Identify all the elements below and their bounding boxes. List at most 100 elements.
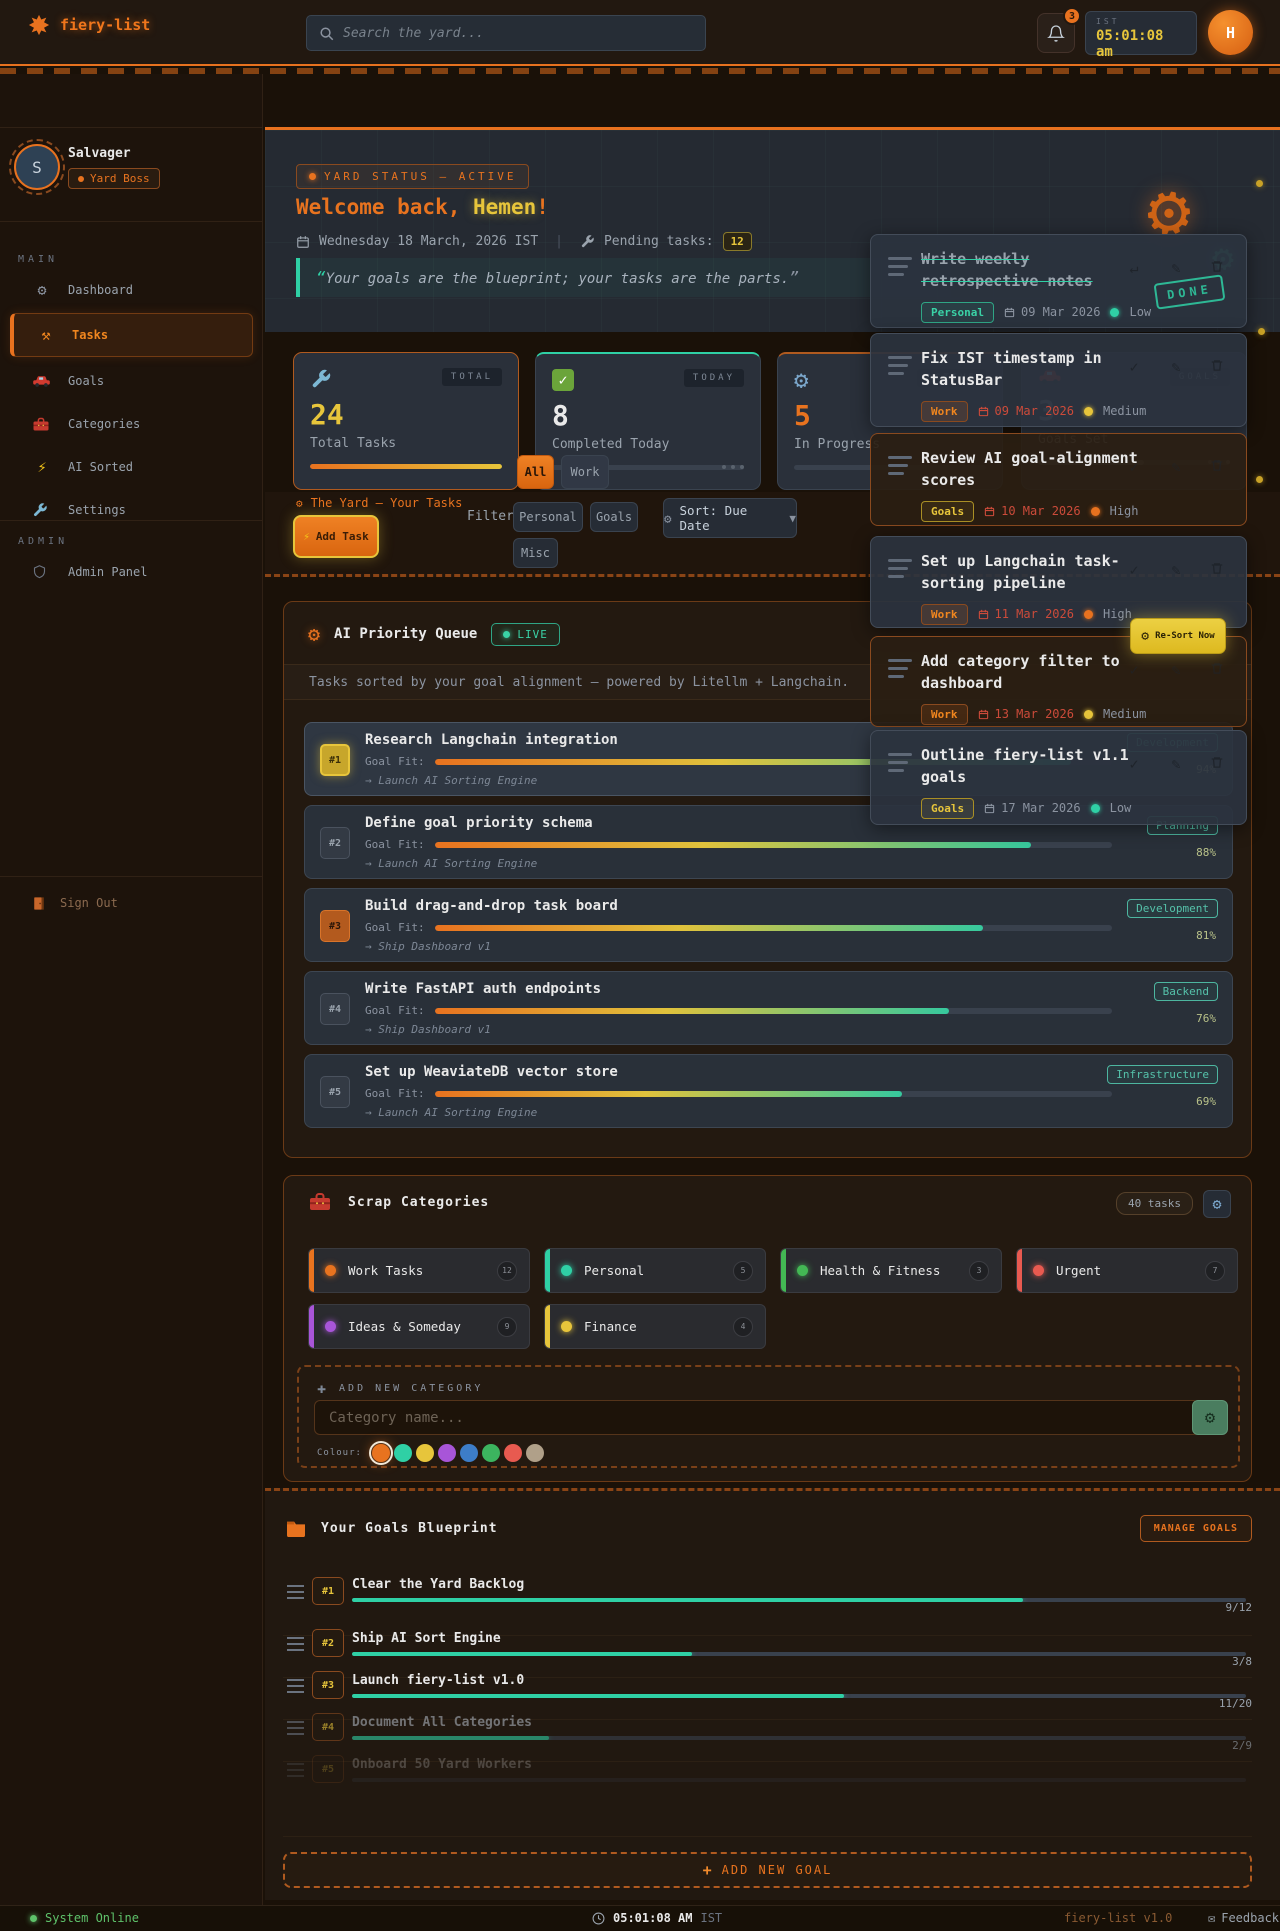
task-card[interactable]: Fix IST timestamp in StatusBar Work 09 M… bbox=[870, 333, 1247, 427]
queue-row[interactable]: #3 Build drag-and-drop task board Goal F… bbox=[304, 888, 1233, 962]
colour-swatch-red[interactable] bbox=[503, 1444, 522, 1462]
drag-handle-icon[interactable] bbox=[287, 1763, 304, 1781]
sidebar-item-categories[interactable]: Categories bbox=[10, 404, 253, 444]
task-card[interactable]: Review AI goal-alignment scores Goals 10… bbox=[870, 433, 1247, 526]
check-icon[interactable]: ✓ bbox=[1126, 458, 1142, 476]
sidebar-item-admin-panel[interactable]: Admin Panel bbox=[10, 552, 253, 592]
toolbox-icon bbox=[32, 417, 52, 432]
add-new-goal-button[interactable]: + ADD NEW GOAL bbox=[283, 1852, 1252, 1888]
gear-icon: ⚙ bbox=[308, 622, 321, 646]
trash-icon[interactable] bbox=[1210, 755, 1226, 773]
task-card[interactable]: Set up Langchain task-sorting pipeline W… bbox=[870, 536, 1247, 628]
check-icon[interactable]: ✓ bbox=[1126, 561, 1142, 579]
due-date-text: 09 Mar 2026 bbox=[1020, 305, 1101, 319]
sidebar-item-settings[interactable]: Settings bbox=[10, 490, 253, 530]
undo-icon[interactable]: ↵ bbox=[1126, 259, 1142, 277]
drag-handle-icon[interactable] bbox=[888, 559, 912, 583]
add-task-button[interactable]: ⚡ Add Task bbox=[293, 515, 379, 558]
goal-row[interactable]: #2 Ship AI Sort Engine 3/8 bbox=[283, 1619, 1252, 1668]
user-avatar[interactable]: H bbox=[1208, 10, 1253, 55]
trash-icon[interactable] bbox=[1210, 458, 1226, 476]
check-icon[interactable]: ✓ bbox=[1126, 661, 1142, 679]
feedback-link[interactable]: ✉ Feedback bbox=[1208, 1911, 1279, 1925]
goal-row[interactable]: #5 Onboard 50 Yard Workers bbox=[283, 1745, 1252, 1789]
category-card-ideas-someday[interactable]: Ideas & Someday 9 bbox=[308, 1304, 530, 1349]
filter-button-all[interactable]: All bbox=[517, 455, 554, 489]
trash-icon[interactable] bbox=[1210, 358, 1226, 376]
confirm-category-button[interactable]: ⚙ bbox=[1192, 1400, 1228, 1435]
goal-row[interactable]: #3 Launch fiery-list v1.0 11/20 bbox=[283, 1661, 1252, 1710]
goal-row[interactable]: #4 Document All Categories 2/9 bbox=[283, 1703, 1252, 1752]
due-date: 11 Mar 2026 bbox=[978, 607, 1074, 621]
trash-icon[interactable] bbox=[1210, 661, 1226, 679]
categories-settings-button[interactable]: ⚙ bbox=[1203, 1190, 1231, 1218]
drag-handle-icon[interactable] bbox=[888, 257, 912, 281]
filter-button-goals[interactable]: Goals bbox=[590, 502, 638, 532]
sidebar-item-tasks[interactable]: ⚒ Tasks bbox=[10, 313, 253, 357]
drag-handle-icon[interactable] bbox=[888, 456, 912, 480]
goal-row[interactable]: #1 Clear the Yard Backlog 9/12 bbox=[283, 1577, 1252, 1621]
manage-goals-button[interactable]: MANAGE GOALS bbox=[1139, 1515, 1252, 1542]
check-icon[interactable]: ✓ bbox=[1126, 755, 1142, 773]
filter-button-personal[interactable]: Personal bbox=[513, 502, 583, 532]
rank-badge: #4 bbox=[320, 993, 350, 1025]
task-card[interactable]: Outline fiery-list v1.1 goals Goals 17 M… bbox=[870, 730, 1247, 825]
task-card[interactable]: Write weekly retrospective notes Persona… bbox=[870, 234, 1247, 328]
category-card-finance[interactable]: Finance 4 bbox=[544, 1304, 766, 1349]
filter-button-work[interactable]: Work bbox=[561, 455, 609, 489]
category-name-input[interactable] bbox=[314, 1400, 1199, 1435]
filter-personal-label: Personal bbox=[519, 510, 577, 524]
sidebar-item-goals[interactable]: Goals bbox=[10, 361, 253, 401]
drag-handle-icon[interactable] bbox=[287, 1637, 304, 1655]
drag-handle-icon[interactable] bbox=[287, 1585, 304, 1603]
sidebar-item-ai-sorted[interactable]: ⚡ AI Sorted bbox=[10, 447, 253, 487]
check-icon[interactable]: ✓ bbox=[1126, 358, 1142, 376]
category-card-work-tasks[interactable]: Work Tasks 12 bbox=[308, 1248, 530, 1293]
edit-icon[interactable]: ✎ bbox=[1168, 561, 1184, 579]
scrap-categories-panel: Scrap Categories 40 tasks ⚙ Work Tasks 1… bbox=[283, 1175, 1252, 1482]
drag-handle-icon[interactable] bbox=[888, 753, 912, 777]
category-card-personal[interactable]: Personal 5 bbox=[544, 1248, 766, 1293]
app-logo[interactable]: fiery-list bbox=[28, 14, 150, 36]
colour-swatch-tan[interactable] bbox=[525, 1444, 544, 1462]
top-bar: fiery-list 3 IST 05:01:08 am H bbox=[0, 0, 1280, 66]
search-input[interactable] bbox=[343, 25, 693, 41]
profile-avatar[interactable]: S bbox=[9, 139, 65, 195]
role-dot-icon bbox=[78, 175, 84, 182]
colour-swatch-blue[interactable] bbox=[459, 1444, 478, 1462]
notifications-button[interactable]: 3 bbox=[1037, 7, 1081, 53]
category-card-urgent[interactable]: Urgent 7 bbox=[1016, 1248, 1238, 1293]
filter-button-misc[interactable]: Misc bbox=[513, 538, 558, 568]
car-icon bbox=[32, 374, 52, 388]
queue-row[interactable]: #4 Write FastAPI auth endpoints Goal Fit… bbox=[304, 971, 1233, 1045]
category-dot-icon bbox=[561, 1265, 572, 1276]
drag-handle-icon[interactable] bbox=[287, 1721, 304, 1739]
queue-row[interactable]: #5 Set up WeaviateDB vector store Goal F… bbox=[304, 1054, 1233, 1128]
edit-icon[interactable]: ✎ bbox=[1168, 458, 1184, 476]
resort-now-button[interactable]: ⚙ Re-Sort Now bbox=[1130, 618, 1226, 654]
drag-handle-icon[interactable] bbox=[888, 659, 912, 683]
colour-swatch-purple[interactable] bbox=[437, 1444, 456, 1462]
sidebar-item-label: AI Sorted bbox=[68, 460, 134, 474]
edit-icon[interactable]: ✎ bbox=[1168, 259, 1184, 277]
colour-swatch-green[interactable] bbox=[481, 1444, 500, 1462]
edit-icon[interactable]: ✎ bbox=[1168, 661, 1184, 679]
drag-handle-icon[interactable] bbox=[287, 1679, 304, 1697]
colour-swatch-yellow[interactable] bbox=[415, 1444, 434, 1462]
drag-handle-icon[interactable] bbox=[888, 356, 912, 380]
category-card-health-fitness[interactable]: Health & Fitness 3 bbox=[780, 1248, 1002, 1293]
colour-swatch-teal[interactable] bbox=[393, 1444, 412, 1462]
sidebar-item-label: Settings bbox=[68, 503, 126, 517]
trash-icon[interactable] bbox=[1210, 561, 1226, 579]
edit-icon[interactable]: ✎ bbox=[1168, 755, 1184, 773]
category-color-bar bbox=[1017, 1249, 1022, 1292]
sign-out-button[interactable]: Sign Out bbox=[10, 886, 253, 920]
colour-swatch-orange[interactable] bbox=[368, 1441, 393, 1465]
sidebar-item-dashboard[interactable]: ⚙ Dashboard bbox=[10, 270, 253, 310]
category-count: 12 bbox=[497, 1260, 517, 1281]
goal-fit-percent: 69% bbox=[1196, 1095, 1216, 1108]
task-tag: Work bbox=[921, 603, 968, 625]
edit-icon[interactable]: ✎ bbox=[1168, 358, 1184, 376]
app-title: fiery-list bbox=[60, 16, 151, 34]
sort-dropdown[interactable]: ⚙ Sort: Due Date ▼ bbox=[663, 498, 797, 538]
